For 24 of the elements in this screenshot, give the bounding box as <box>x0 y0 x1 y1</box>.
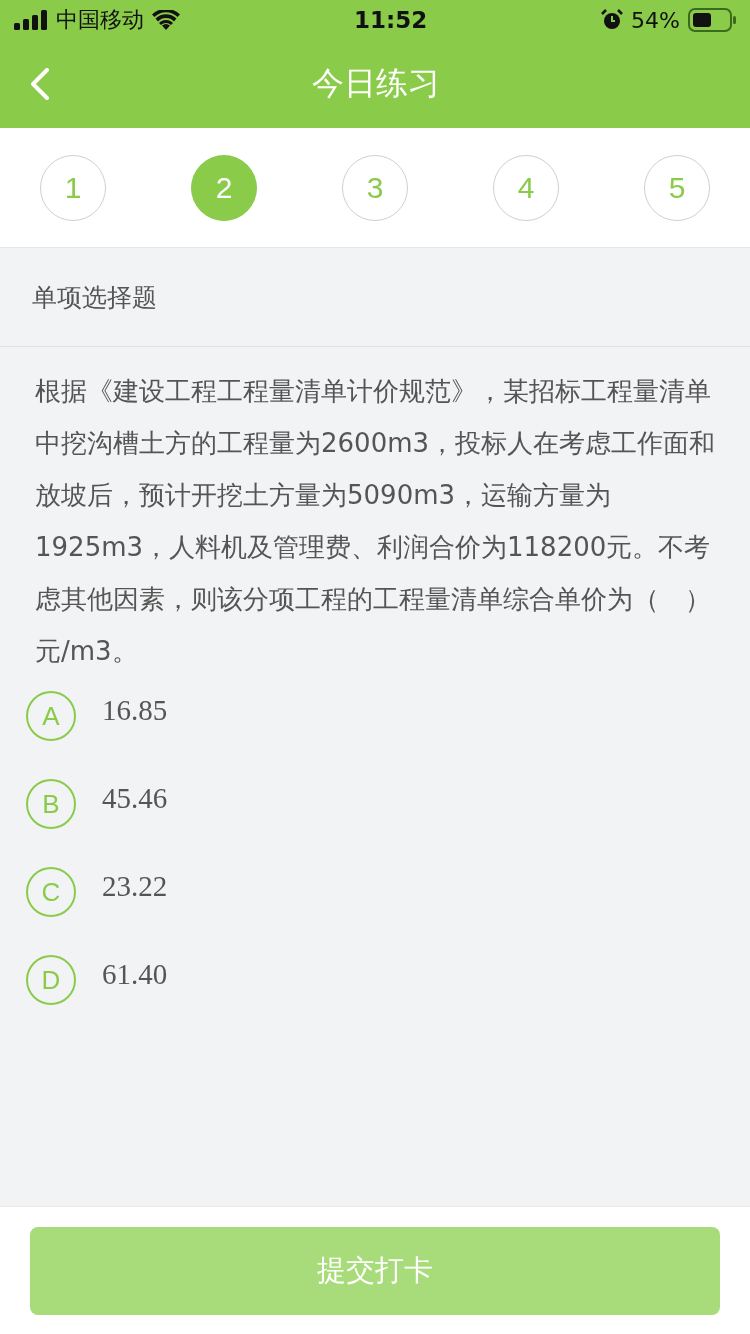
battery-percent: 54% <box>631 7 680 33</box>
battery-icon <box>688 8 736 32</box>
question-text: 根据《建设工程工程量清单计价规范》，某招标工程量清单中挖沟槽土方的工程量为2600m3，投标人在考虑工作面和放坡后，预计开挖土方量为5090m3，运输方量为1925m3，人料机及管理费、利润合价为118200元。不考虑其他因素，则该分项工程的工程量清单综合单价为（ ）元/m3。 <box>35 375 717 668</box>
option-text[interactable]: 61.40 <box>102 957 168 991</box>
option-text[interactable]: 23.22 <box>102 869 168 903</box>
option-radio[interactable]: A <box>26 691 76 741</box>
signal-icon <box>14 10 48 30</box>
question-number-tab[interactable]: 4 <box>493 154 559 221</box>
question-number-tab[interactable]: 5 <box>644 154 710 221</box>
wifi-icon <box>152 10 180 30</box>
option-text[interactable]: 16.85 <box>102 693 168 727</box>
question-number-tab[interactable]: 3 <box>342 154 408 221</box>
option-text[interactable]: 45.46 <box>102 781 168 815</box>
clock-time: 11:52 <box>353 7 428 33</box>
alarm-icon <box>601 9 624 31</box>
page-title: 今日练习 <box>312 63 440 104</box>
carrier-name: 中国移动 <box>56 6 144 34</box>
back-icon[interactable] <box>30 68 50 100</box>
question-number-tab[interactable]: 1 <box>40 154 106 221</box>
question-type-label: 单项选择题 <box>32 281 157 314</box>
option-radio[interactable]: D <box>26 955 76 1005</box>
question-number-tab[interactable]: 2 <box>191 154 257 221</box>
option-radio[interactable]: B <box>26 779 76 829</box>
option-radio[interactable]: C <box>26 867 76 917</box>
